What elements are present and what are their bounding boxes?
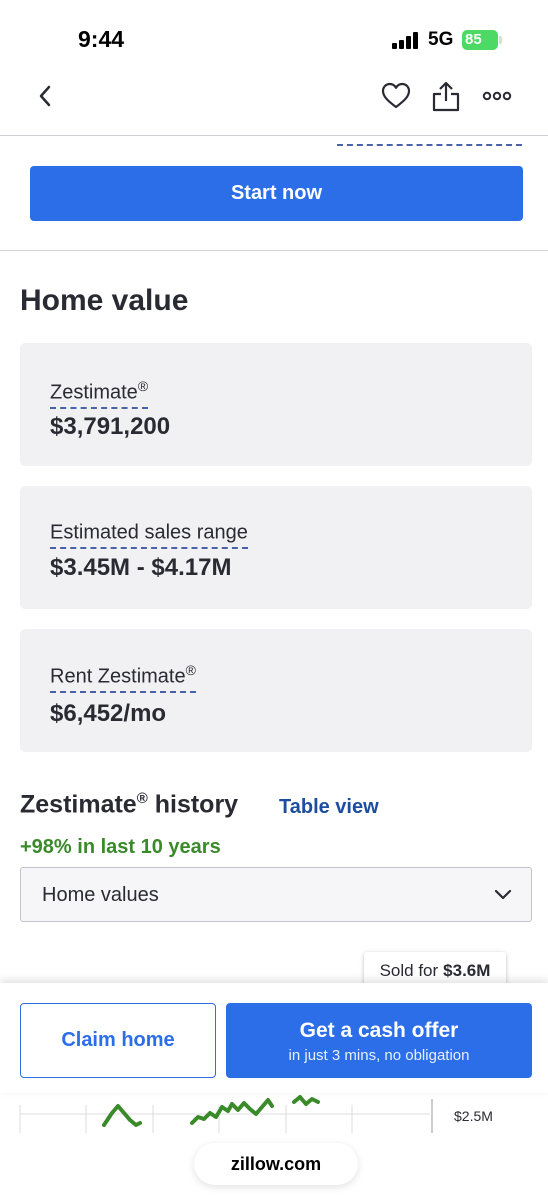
sales-range-card: Estimated sales range $3.45M - $4.17M — [20, 486, 532, 609]
heart-icon — [381, 82, 411, 109]
chevron-left-icon — [39, 85, 51, 107]
start-now-button[interactable]: Start now — [30, 166, 523, 221]
value-series-line — [102, 1104, 142, 1127]
url-bar[interactable]: zillow.com — [194, 1143, 358, 1185]
rent-zestimate-value: $6,452/mo — [50, 700, 167, 727]
value-change-text: +98% in last 10 years — [20, 836, 221, 858]
network-type: 5G — [428, 29, 454, 50]
rent-zestimate-card: Rent Zestimate® $6,452/mo — [20, 629, 532, 752]
back-button[interactable] — [27, 78, 63, 114]
chart-type-select[interactable]: Home values — [20, 867, 532, 922]
chevron-down-icon — [494, 889, 512, 900]
zestimate-label[interactable]: Zestimate® — [50, 378, 149, 409]
action-bar: Claim home Get a cash offer in just 3 mi… — [0, 983, 548, 1093]
battery-level: 85 — [462, 30, 498, 50]
zestimate-history-title: Zestimate® history — [20, 790, 239, 819]
status-time: 9:44 — [78, 26, 125, 52]
battery-icon: 85 — [462, 30, 502, 50]
claim-home-button[interactable]: Claim home — [20, 1003, 216, 1078]
table-view-link[interactable]: Table view — [279, 796, 379, 819]
share-icon — [432, 81, 460, 112]
link-underline — [337, 144, 522, 146]
sales-range-label[interactable]: Estimated sales range — [50, 518, 248, 549]
select-value: Home values — [42, 884, 159, 906]
home-value-title: Home value — [20, 284, 189, 317]
y-axis-label: $2.5M — [454, 1108, 493, 1124]
value-series-line — [190, 1098, 274, 1125]
zestimate-value: $3,791,200 — [50, 413, 171, 440]
zestimate-card: Zestimate® $3,791,200 — [20, 343, 532, 466]
cash-offer-label: Get a cash offer — [299, 1019, 459, 1042]
status-bar: 9:44 5G 85 — [0, 0, 548, 70]
cash-offer-button[interactable]: Get a cash offer in just 3 mins, no obli… — [226, 1003, 532, 1078]
section-divider — [0, 250, 548, 251]
nav-bar — [0, 70, 548, 136]
more-icon — [482, 91, 512, 101]
signal-icon — [392, 31, 422, 49]
rent-zestimate-label[interactable]: Rent Zestimate® — [50, 662, 196, 693]
sales-range-value: $3.45M - $4.17M — [50, 554, 232, 581]
share-button[interactable] — [428, 78, 464, 114]
cash-offer-sublabel: in just 3 mins, no obligation — [288, 1047, 470, 1064]
value-series-line — [292, 1095, 320, 1106]
favorite-button[interactable] — [378, 78, 414, 114]
more-button[interactable] — [479, 78, 515, 114]
